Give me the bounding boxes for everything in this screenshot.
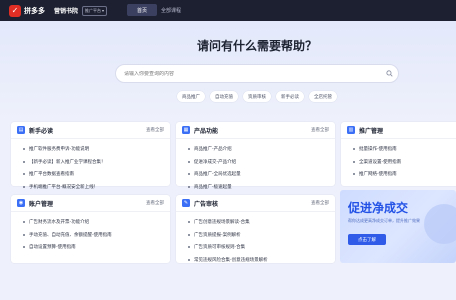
card-header: ✎ 广告审核 查看全部 xyxy=(176,195,335,212)
shopping-bag-icon: ✓ xyxy=(9,4,21,17)
help-hero: 请问有什么需要帮助？ 商品推广 自动充值 资质审核 新手必读 全店托管 xyxy=(0,21,456,119)
card-header: ▦ 产品功能 查看全部 xyxy=(176,122,335,139)
card-header: ▥ 推广管理 xyxy=(341,122,456,139)
list-item[interactable]: 批量操作-使用指南 xyxy=(353,143,456,156)
list-item[interactable]: 常见违规风险合集-创意违规场景解析 xyxy=(188,254,335,267)
view-all-link[interactable]: 查看全部 xyxy=(146,127,164,133)
card-title: 账户管理 xyxy=(29,200,54,208)
view-all-link[interactable]: 查看全部 xyxy=(146,200,164,206)
card-account-management: ◉ 账户管理 查看全部 广告财务流水及开票-功能介绍 手动充值、自动充值、余额提… xyxy=(11,195,170,263)
list-item[interactable]: 【新手必读】新入推广业学课程合集！ xyxy=(23,156,170,169)
card-title: 产品功能 xyxy=(194,127,219,135)
nav-home-tab[interactable]: 首页 xyxy=(127,4,157,16)
card-header: ▤ 新手必读 查看全部 xyxy=(11,122,170,139)
pinduoduo-logo[interactable]: ✓ 拼多多 xyxy=(9,4,45,17)
search-icon[interactable] xyxy=(384,68,395,79)
article-list: 批量操作-使用指南 全渠道设置-使用指南 推广网络-使用指南 xyxy=(341,139,456,181)
list-item[interactable]: 推广软件服务费申诉-功能说明 xyxy=(23,143,170,156)
platform-selector-label: 推广平台 xyxy=(85,7,102,13)
card-title: 新手必读 xyxy=(29,127,54,135)
list-item[interactable]: 全渠道设置-使用指南 xyxy=(353,156,456,169)
list-item[interactable]: 推广平台数据查看指南 xyxy=(23,168,170,181)
list-item[interactable]: 商品推广-极速起量 xyxy=(188,181,335,194)
user-icon: ◉ xyxy=(17,199,25,207)
list-item[interactable]: 广告创意违规场景解读-合集 xyxy=(188,216,335,229)
top-navigation-bar: ✓ 拼多多 营销书院 推广平台 ▾ 首页 全部课程 xyxy=(0,0,456,21)
card-promotion-management: ▥ 推广管理 批量操作-使用指南 全渠道设置-使用指南 推广网络-使用指南 xyxy=(341,122,456,186)
hot-search-chips: 商品推广 自动充值 资质审核 新手必读 全店托管 xyxy=(177,91,337,102)
logo-text: 拼多多 xyxy=(24,6,45,15)
list-item[interactable]: 手机端推广平台-概况安全新上线！ xyxy=(23,181,170,194)
audit-icon: ✎ xyxy=(182,199,190,207)
view-all-link[interactable]: 查看全部 xyxy=(311,127,329,133)
list-item[interactable]: 推广网络-使用指南 xyxy=(353,168,456,181)
article-list: 广告财务流水及开票-功能介绍 手动充值、自动充值、余额提醒-使用指南 自动设置预… xyxy=(11,212,170,254)
platform-selector[interactable]: 推广平台 ▾ xyxy=(82,5,108,16)
list-item[interactable]: 广告资质提报-案例解析 xyxy=(188,229,335,242)
card-title: 广告审核 xyxy=(194,200,219,208)
card-title: 推广管理 xyxy=(359,127,384,135)
list-item[interactable]: 手动充值、自动充值、余额提醒-使用指南 xyxy=(23,229,170,242)
card-ad-audit: ✎ 广告审核 查看全部 广告创意违规场景解读-合集 广告资质提报-案例解析 广告… xyxy=(176,195,335,263)
chip-newbie-guide[interactable]: 新手必读 xyxy=(276,91,304,102)
search-box xyxy=(115,64,399,83)
search-input[interactable] xyxy=(124,70,384,77)
chip-qualification-audit[interactable]: 资质审核 xyxy=(243,91,271,102)
list-item[interactable]: 商品推广-产品介绍 xyxy=(188,143,335,156)
decorative-circle xyxy=(424,204,456,244)
list-item[interactable]: 广告财务流水及开票-功能介绍 xyxy=(23,216,170,229)
nav-all-courses-tab[interactable]: 全部课程 xyxy=(161,4,181,16)
view-all-link[interactable]: 查看全部 xyxy=(311,200,329,206)
hero-title: 请问有什么需要帮助？ xyxy=(196,39,317,53)
chip-store-hosting[interactable]: 全店托管 xyxy=(309,91,337,102)
card-product-features: ▦ 产品功能 查看全部 商品推广-产品介绍 促进净成交-产品介绍 商品推广-全局… xyxy=(176,122,335,190)
card-newbie-guide: ▤ 新手必读 查看全部 推广软件服务费申诉-功能说明 【新手必读】新入推广业学课… xyxy=(11,122,170,190)
site-brand[interactable]: 营销书院 xyxy=(54,6,78,15)
article-list: 推广软件服务费申诉-功能说明 【新手必读】新入推广业学课程合集！ 推广平台数据查… xyxy=(11,139,170,193)
grid-icon: ▦ xyxy=(182,126,190,134)
promo-subtitle: 帮你达成更高净成交订单，提升推广效果 xyxy=(348,218,420,223)
article-list: 广告创意违规场景解读-合集 广告资质提报-案例解析 广告资质可审核规则-合集 常… xyxy=(176,212,335,266)
card-header: ◉ 账户管理 查看全部 xyxy=(11,195,170,212)
book-icon: ▤ xyxy=(17,126,25,134)
chip-auto-recharge[interactable]: 自动充值 xyxy=(210,91,238,102)
promo-title: 促进净成交 xyxy=(348,201,409,215)
promo-learn-more-button[interactable]: 点击了解 xyxy=(348,234,386,245)
list-item[interactable]: 自动设置预算-使用指南 xyxy=(23,241,170,254)
article-list: 商品推广-产品介绍 促进净成交-产品介绍 商品推广-全局优选起量 商品推广-极速… xyxy=(176,139,335,193)
promo-banner[interactable]: 促进净成交 帮你达成更高净成交订单，提升推广效果 点击了解 xyxy=(340,190,456,263)
list-item[interactable]: 商品推广-全局优选起量 xyxy=(188,168,335,181)
list-item[interactable]: 促进净成交-产品介绍 xyxy=(188,156,335,169)
list-item[interactable]: 广告资质可审核规则-合集 xyxy=(188,241,335,254)
chevron-down-icon: ▾ xyxy=(102,8,105,13)
chip-product-promotion[interactable]: 商品推广 xyxy=(177,91,205,102)
document-icon: ▥ xyxy=(347,126,355,134)
